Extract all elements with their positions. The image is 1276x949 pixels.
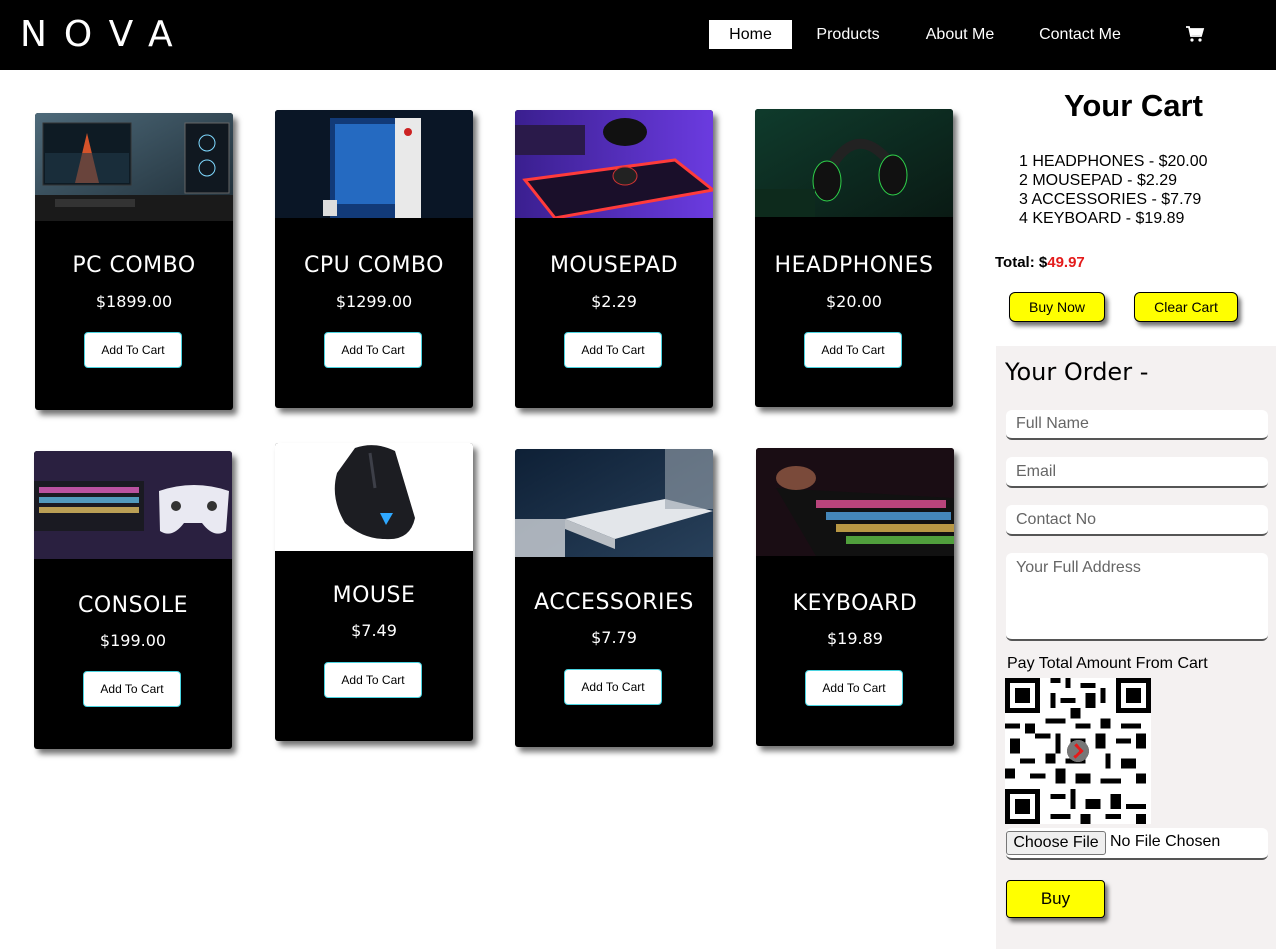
product-image-keyboard bbox=[756, 448, 954, 556]
product-price: $7.49 bbox=[351, 621, 397, 640]
nav-products[interactable]: Products bbox=[808, 20, 888, 49]
add-to-cart-button[interactable]: Add To Cart bbox=[84, 332, 182, 368]
product-title: CPU COMBO bbox=[304, 253, 444, 278]
product-title: MOUSE bbox=[332, 583, 416, 608]
product-image-mousepad bbox=[515, 110, 713, 218]
product-card: ACCESSORIES $7.79 Add To Cart bbox=[515, 449, 713, 747]
cart-total-label: Total: $ bbox=[995, 254, 1048, 271]
nav-contact-me[interactable]: Contact Me bbox=[1032, 20, 1128, 49]
product-price: $1899.00 bbox=[95, 292, 173, 311]
cart-total: Total: $49.97 bbox=[995, 254, 1085, 271]
cart-items-list: 1 HEADPHONES - $20.00 2 MOUSEPAD - $2.29… bbox=[1019, 152, 1208, 228]
product-title: PC COMBO bbox=[72, 253, 196, 278]
product-card: CONSOLE $199.00 Add To Cart bbox=[34, 451, 232, 749]
product-title: KEYBOARD bbox=[792, 591, 918, 616]
buy-now-button[interactable]: Buy Now bbox=[1009, 292, 1105, 322]
product-card: HEADPHONES $20.00 Add To Cart bbox=[755, 109, 953, 407]
product-image-headphones bbox=[755, 109, 953, 217]
file-status-text: No File Chosen bbox=[1110, 833, 1221, 850]
buy-button[interactable]: Buy bbox=[1006, 880, 1105, 918]
add-to-cart-button[interactable]: Add To Cart bbox=[804, 332, 902, 368]
shopping-cart-icon[interactable] bbox=[1185, 25, 1205, 43]
product-title: CONSOLE bbox=[77, 593, 189, 618]
cart-item: 2 MOUSEPAD - $2.29 bbox=[1019, 172, 1177, 189]
product-image-console bbox=[34, 451, 232, 559]
product-image-pc-combo bbox=[35, 113, 233, 221]
full-name-input[interactable] bbox=[1006, 410, 1268, 440]
product-price: $1299.00 bbox=[335, 292, 413, 311]
order-title: Your Order - bbox=[1005, 358, 1149, 386]
product-card: CPU COMBO $1299.00 Add To Cart bbox=[275, 110, 473, 408]
cart-total-amount: 49.97 bbox=[1047, 254, 1085, 271]
product-price: $2.29 bbox=[591, 292, 637, 311]
add-to-cart-button[interactable]: Add To Cart bbox=[83, 671, 181, 707]
payment-qr-code bbox=[1005, 678, 1151, 824]
add-to-cart-button[interactable]: Add To Cart bbox=[324, 662, 422, 698]
product-price: $20.00 bbox=[826, 292, 882, 311]
pay-instruction-label: Pay Total Amount From Cart bbox=[1007, 655, 1208, 672]
add-to-cart-button[interactable]: Add To Cart bbox=[324, 332, 422, 368]
product-title: HEADPHONES bbox=[774, 253, 934, 278]
nav-home[interactable]: Home bbox=[709, 20, 792, 49]
top-navbar: NOVA Home Products About Me Contact Me bbox=[0, 0, 1276, 70]
product-image-accessories bbox=[515, 449, 713, 557]
clear-cart-button[interactable]: Clear Cart bbox=[1134, 292, 1238, 322]
brand-logo[interactable]: NOVA bbox=[20, 14, 190, 56]
nav-about-me[interactable]: About Me bbox=[918, 20, 1002, 49]
product-title: ACCESSORIES bbox=[534, 590, 694, 615]
cart-title: Your Cart bbox=[1064, 88, 1203, 123]
add-to-cart-button[interactable]: Add To Cart bbox=[564, 669, 662, 705]
product-card: MOUSEPAD $2.29 Add To Cart bbox=[515, 110, 713, 408]
contact-number-input[interactable] bbox=[1006, 505, 1268, 536]
product-card: MOUSE $7.49 Add To Cart bbox=[275, 443, 473, 741]
address-textarea[interactable] bbox=[1006, 553, 1268, 641]
product-price: $199.00 bbox=[99, 631, 167, 650]
product-card: KEYBOARD $19.89 Add To Cart bbox=[756, 448, 954, 746]
cart-item: 3 ACCESSORIES - $7.79 bbox=[1019, 191, 1202, 208]
product-card: PC COMBO $1899.00 Add To Cart bbox=[35, 113, 233, 410]
add-to-cart-button[interactable]: Add To Cart bbox=[564, 332, 662, 368]
cart-item: 1 HEADPHONES - $20.00 bbox=[1019, 153, 1208, 170]
product-image-mouse bbox=[275, 443, 473, 551]
product-title: MOUSEPAD bbox=[549, 253, 679, 278]
product-price: $19.89 bbox=[827, 629, 883, 648]
choose-file-button[interactable]: Choose File bbox=[1006, 831, 1106, 855]
email-input[interactable] bbox=[1006, 457, 1268, 488]
product-image-cpu-combo bbox=[275, 110, 473, 218]
product-price: $7.79 bbox=[591, 628, 637, 647]
cart-item: 4 KEYBOARD - $19.89 bbox=[1019, 210, 1185, 227]
add-to-cart-button[interactable]: Add To Cart bbox=[805, 670, 903, 706]
